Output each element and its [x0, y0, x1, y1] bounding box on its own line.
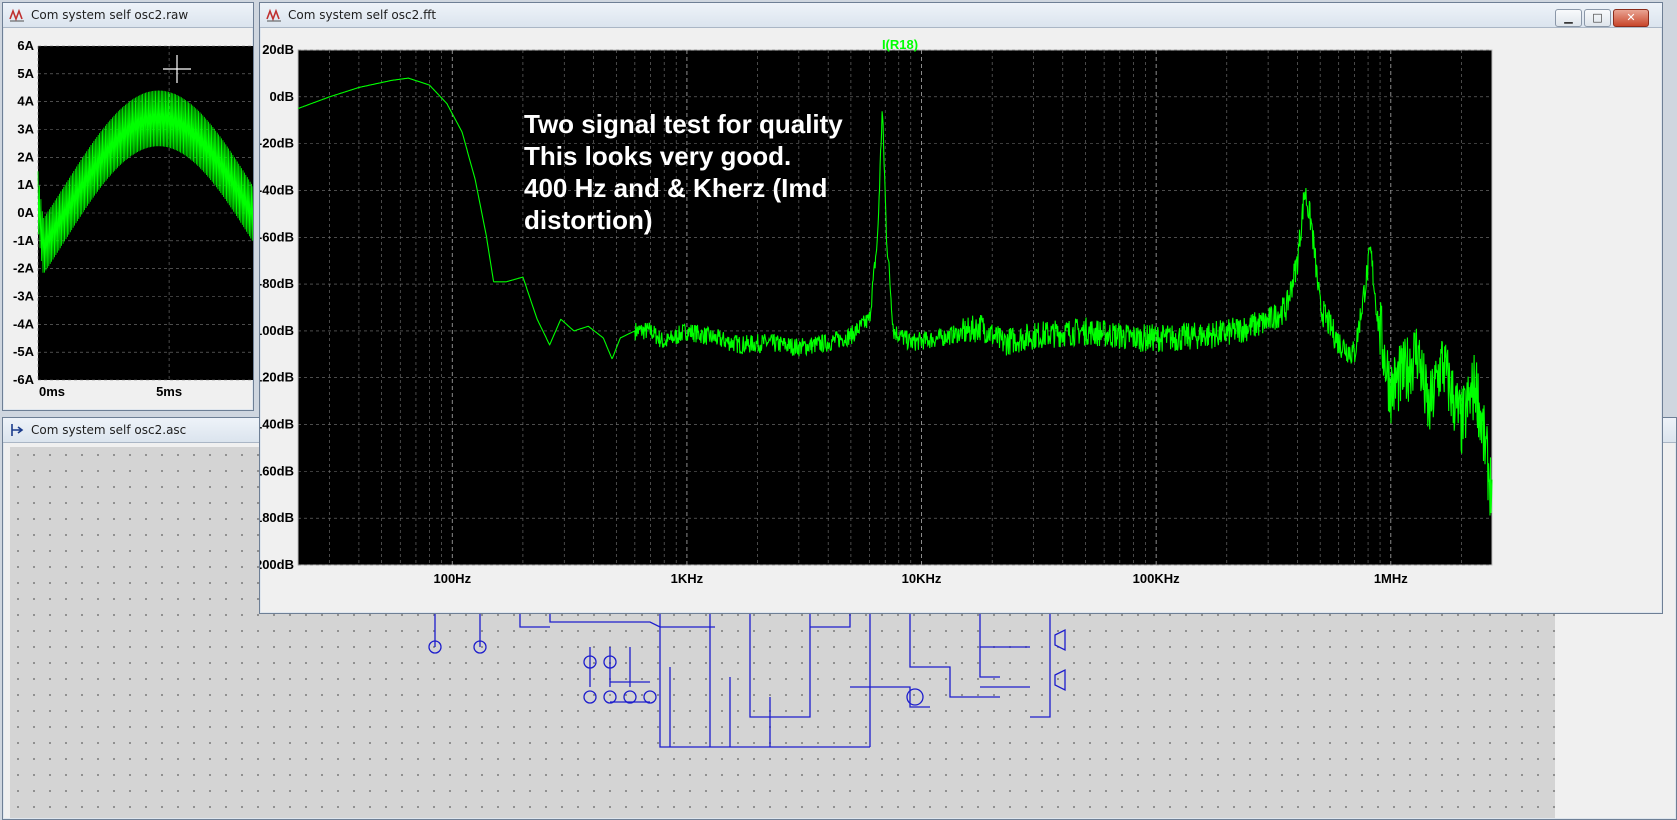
x-tick-label: 100Hz: [433, 571, 471, 586]
x-tick-label: 10KHz: [902, 571, 942, 586]
y-tick-label: 0A: [17, 205, 34, 220]
maximize-button[interactable]: □: [1584, 9, 1611, 27]
y-tick-label: 5A: [17, 66, 34, 81]
y-tick-label: -40dB: [260, 182, 294, 197]
y-tick-label: 20dB: [262, 42, 294, 57]
time-domain-plot[interactable]: 6A 5A 4A 3A 2A 1A 0A -1A -2A -3A -4A -5A -6A 0ms 5ms: [3, 28, 253, 410]
maximize-icon: □: [1592, 11, 1603, 24]
annotation-text: Two signal test for quality This looks v…: [524, 108, 843, 236]
y-tick-label: 0dB: [269, 89, 294, 104]
y-tick-label: -1A: [13, 233, 35, 248]
y-tick-label: 6A: [17, 38, 34, 53]
fft-plot[interactable]: 20dB 0dB -20dB -40dB -60dB -80dB -100dB -120dB -…: [260, 28, 1662, 613]
y-tick-label: -20dB: [260, 136, 294, 151]
y-tick-label: -6A: [13, 372, 35, 387]
minimize-icon: ▁: [1564, 11, 1573, 24]
y-tick-label: -160dB: [260, 463, 294, 478]
y-tick-label: -4A: [13, 316, 35, 331]
schematic-icon: [11, 424, 24, 436]
fft-window-titlebar[interactable]: Com system self osc2.fft ▁ □ ✕: [260, 3, 1662, 28]
y-tick-label: 4A: [17, 94, 34, 109]
y-tick-label: -80dB: [260, 276, 294, 291]
y-tick-label: -200dB: [260, 557, 294, 572]
raw-window-titlebar[interactable]: Com system self osc2.raw: [3, 3, 253, 28]
annotation-line: 400 Hz and & Kherz (Imd: [524, 173, 828, 203]
y-tick-label: 1A: [17, 177, 34, 192]
raw-window[interactable]: Com system self osc2.raw 6A 5A 4A 3A 2A 1A 0A -…: [2, 2, 254, 411]
annotation-line: This looks very good.: [524, 141, 792, 171]
x-tick-label: 0ms: [39, 384, 65, 399]
y-tick-label: -3A: [13, 289, 35, 304]
x-tick-label: 1KHz: [671, 571, 704, 586]
fft-window-title: Com system self osc2.fft: [288, 8, 437, 22]
y-tick-label: -140dB: [260, 417, 294, 432]
waveform-icon: [9, 8, 24, 22]
trace-label[interactable]: I(R18): [870, 37, 930, 52]
raw-window-title: Com system self osc2.raw: [31, 8, 189, 22]
y-tick-label: -5A: [13, 344, 35, 359]
waveform-icon: [266, 8, 281, 22]
annotation-line: distortion): [524, 205, 653, 235]
y-tick-label: -180dB: [260, 510, 294, 525]
minimize-button[interactable]: ▁: [1555, 9, 1582, 27]
annotation-line: Two signal test for quality: [524, 109, 843, 139]
close-button[interactable]: ✕: [1613, 9, 1649, 27]
close-icon: ✕: [1626, 11, 1636, 24]
x-tick-label: 1MHz: [1374, 571, 1408, 586]
y-tick-label: 2A: [17, 149, 34, 164]
fft-plot-area[interactable]: [297, 49, 1493, 566]
fft-window[interactable]: Com system self osc2.fft ▁ □ ✕ 20dB 0dB -2…: [259, 2, 1663, 614]
x-tick-label: 5ms: [156, 384, 182, 399]
y-tick-label: -60dB: [260, 229, 294, 244]
schematic-window-title: Com system self osc2.asc: [31, 423, 187, 437]
x-tick-label: 100KHz: [1133, 571, 1180, 586]
y-tick-label: -120dB: [260, 370, 294, 385]
y-tick-label: -100dB: [260, 323, 294, 338]
y-tick-label: -2A: [13, 261, 35, 276]
y-tick-label: 3A: [17, 122, 34, 137]
